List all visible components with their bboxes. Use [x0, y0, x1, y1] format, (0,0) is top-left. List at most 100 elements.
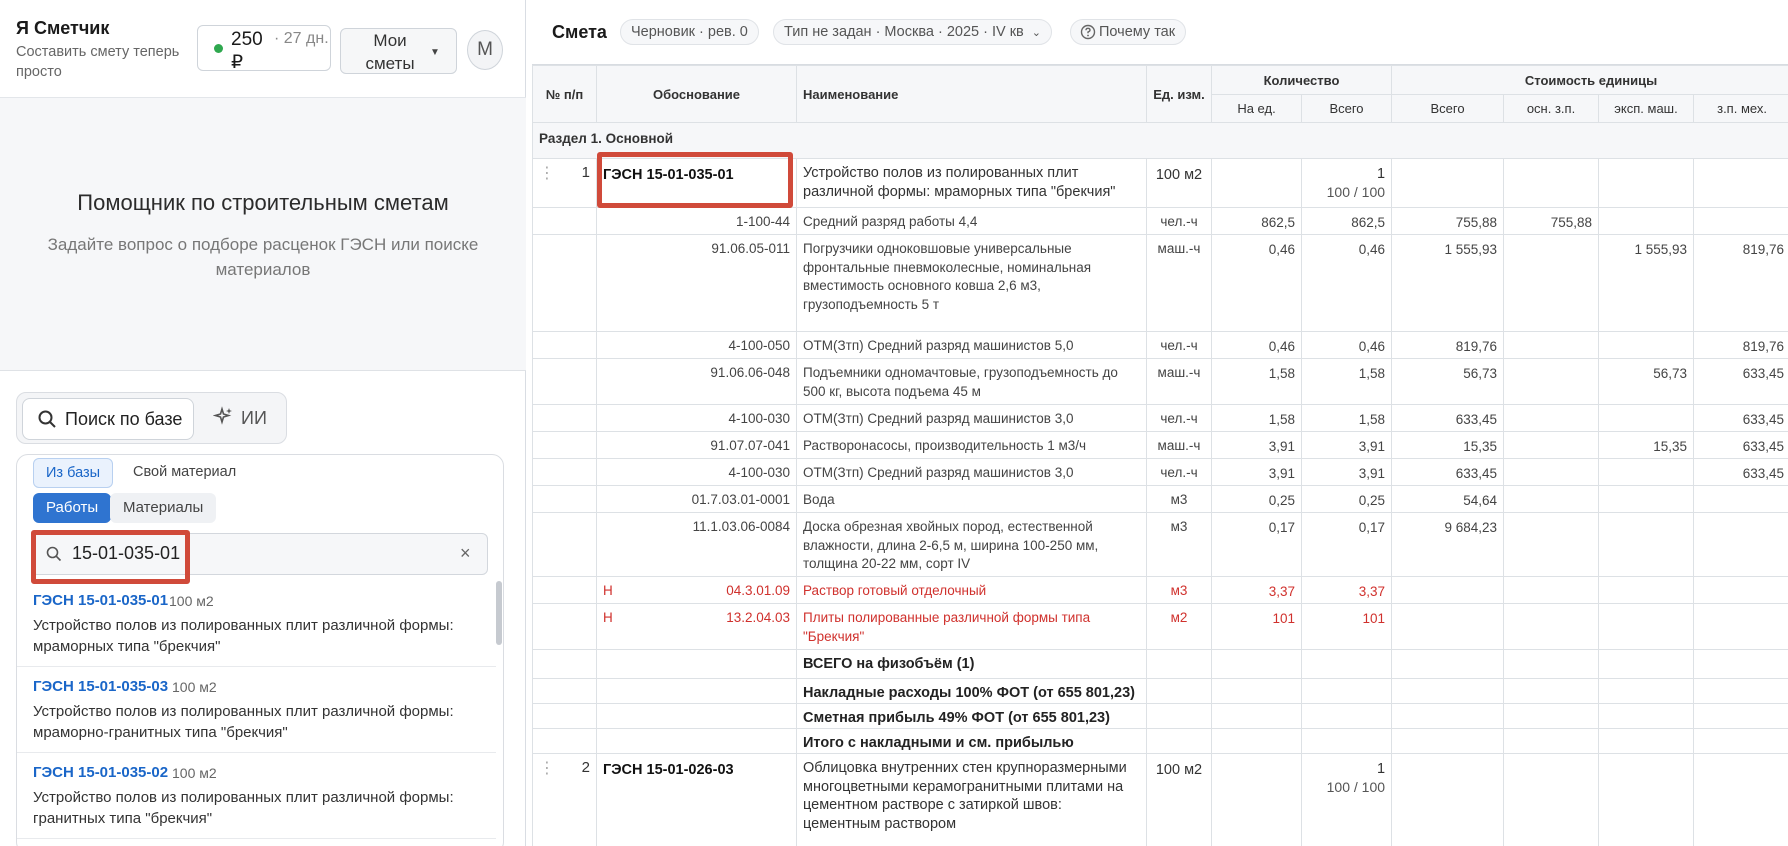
qty-total: 0,17: [1300, 512, 1393, 577]
drag-handle-icon[interactable]: ⋮: [539, 159, 555, 183]
result-unit: 100 м2: [172, 765, 217, 781]
position-name: Устройство полов из полированных плит ра…: [796, 158, 1147, 208]
cost-total: 633,45: [1391, 404, 1505, 432]
resource-code: Н 04.3.01.09: [596, 576, 797, 604]
resource-unit: м3: [1146, 485, 1212, 513]
cost-zpm: [1693, 603, 1788, 650]
qty-total: 101: [1300, 603, 1393, 650]
cost-exp: [1598, 512, 1695, 577]
tab-own-material[interactable]: Свой материал: [121, 458, 248, 488]
cost-osn: [1503, 603, 1600, 650]
cost-zpm: 633,45: [1693, 404, 1788, 432]
row-empty: [532, 404, 597, 432]
qty-total: 3,91: [1300, 431, 1393, 459]
table-row[interactable]: 91.06.06-048 Подъемники одномачтовые, гру…: [532, 358, 1788, 405]
resource-code: 4-100-050: [596, 331, 797, 359]
resource-name: Погрузчики одноковшовые универсальные фр…: [796, 234, 1147, 332]
result-description: Устройство полов из полированных плит ра…: [33, 703, 454, 741]
resource-name: ОТМ(Зтп) Средний разряд машинистов 3,0: [796, 404, 1147, 432]
why-label: Почему так: [1099, 24, 1176, 40]
qty-per-unit: 3,91: [1211, 458, 1302, 486]
position-qty[interactable]: 1 100 / 100: [1300, 158, 1393, 208]
cost-osn: [1503, 458, 1600, 486]
col-basis: Обоснование: [596, 65, 797, 123]
balance-amount: 250 ₽: [231, 29, 263, 73]
row-empty: [532, 458, 597, 486]
position-num: ⋮ 2: [532, 753, 597, 846]
qty-per-unit: 862,5: [1211, 207, 1302, 235]
cost-exp: 1 555,93: [1598, 234, 1695, 332]
totals-label: Накладные расходы 100% ФОТ (от 655 801,2…: [796, 678, 1147, 704]
cost-exp: [1598, 404, 1695, 432]
tab-materials[interactable]: Материалы: [110, 493, 217, 523]
new-material-mark: Н: [603, 583, 613, 598]
estimate-panel: Смета Черновик · рев. 0 Тип не задан · М…: [532, 0, 1788, 846]
cost-total: 9 684,23: [1391, 512, 1505, 577]
ai-mode-label: ИИ: [241, 408, 267, 428]
cost-osn: [1503, 234, 1600, 332]
avatar[interactable]: М: [467, 30, 503, 70]
table-row[interactable]: 4-100-030 ОТМ(Зтп) Средний разряд машинис…: [532, 404, 1788, 432]
row-empty: [532, 603, 597, 650]
cost-osn: [1503, 404, 1600, 432]
row-empty: [532, 576, 597, 604]
qty-total: 0,46: [1300, 331, 1393, 359]
resource-name: Средний разряд работы 4,4: [796, 207, 1147, 235]
estimate-type-label: Тип не задан · Москва · 2025 · IV кв: [784, 24, 1024, 40]
col-num: № п/п: [532, 65, 597, 123]
assistant-title: Помощник по строительным сметам: [77, 190, 449, 215]
close-icon[interactable]: ×: [460, 543, 471, 564]
list-item[interactable]: ГЭСН 15-01-035-01 100 м2 Устройство поло…: [17, 581, 496, 667]
col-unit: Ед. изм.: [1146, 65, 1212, 123]
estimate-type-selector[interactable]: Тип не задан · Москва · 2025 · IV кв ⌄: [773, 19, 1052, 45]
cost-total: [1391, 576, 1505, 604]
resource-code: 4-100-030: [596, 458, 797, 486]
app-tagline: Составить смету теперь просто: [16, 44, 180, 80]
my-estimates-dropdown[interactable]: Мои сметы ▼: [340, 28, 457, 74]
table-row[interactable]: 11.1.03.06-0084 Доска обрезная хвойных по…: [532, 512, 1788, 577]
list-item[interactable]: ГЭСН 15-01-035-02 100 м2 Устройство поло…: [17, 753, 496, 839]
cost-zpm: 819,76: [1693, 234, 1788, 332]
qty-per-unit: 1,58: [1211, 358, 1302, 405]
table-row[interactable]: Н 13.2.04.03 Плиты полированные различной …: [532, 603, 1788, 650]
table-row[interactable]: 4-100-050 ОТМ(Зтп) Средний разряд машинис…: [532, 331, 1788, 359]
table-row[interactable]: 4-100-030 ОТМ(Зтп) Средний разряд машинис…: [532, 458, 1788, 486]
highlight-box-code: [597, 152, 793, 208]
balance-button[interactable]: 250 ₽ · 27 дн.: [197, 25, 331, 73]
result-code: ГЭСН 15-01-035-03: [33, 678, 169, 695]
table-row[interactable]: 1-100-44 Средний разряд работы 4,4 чел.-ч 8…: [532, 207, 1788, 235]
cost-total: 54,64: [1391, 485, 1505, 513]
assistant-subtitle: Задайте вопрос о подборе расценок ГЭСН и…: [47, 235, 479, 279]
table-row[interactable]: ⋮ 2 ГЭСН 15-01-026-03 Облицовка внутренних …: [532, 753, 1788, 846]
search-mode-button[interactable]: Поиск по базе: [22, 398, 194, 440]
cost-osn: [1503, 576, 1600, 604]
status-badge[interactable]: Черновик · рев. 0: [620, 19, 759, 45]
cost-zpm: 819,76: [1693, 331, 1788, 359]
tab-from-base[interactable]: Из базы: [33, 458, 114, 488]
table-row[interactable]: 01.7.03.01-0001 Вода м3 0,25 0,25 54,64: [532, 485, 1788, 513]
resource-unit: м3: [1146, 576, 1212, 604]
row-empty: [532, 331, 597, 359]
tab-works[interactable]: Работы: [33, 493, 112, 523]
resource-unit: м2: [1146, 603, 1212, 650]
qty-total: 862,5: [1300, 207, 1393, 235]
table-row[interactable]: Н 04.3.01.09 Раствор готовый отделочный м3 3…: [532, 576, 1788, 604]
results-scrollbar[interactable]: [496, 581, 502, 645]
resource-name: Доска обрезная хвойных пород, естественн…: [796, 512, 1147, 577]
drag-handle-icon[interactable]: ⋮: [539, 754, 555, 778]
position-code[interactable]: ГЭСН 15-01-026-03: [596, 753, 797, 846]
table-row[interactable]: 91.06.05-011 Погрузчики одноковшовые унив…: [532, 234, 1788, 332]
list-item[interactable]: ГЭСН 15-01-035-03 100 м2 Устройство поло…: [17, 667, 496, 753]
resource-unit: чел.-ч: [1146, 458, 1212, 486]
table-row[interactable]: 91.07.07-041 Растворонасосы, производител…: [532, 431, 1788, 459]
why-button[interactable]: Почему так: [1070, 19, 1187, 45]
qty-total: 3,37: [1300, 576, 1393, 604]
resource-unit: маш.-ч: [1146, 234, 1212, 332]
resource-code: Н 13.2.04.03: [596, 603, 797, 650]
resource-name: Раствор готовый отделочный: [796, 576, 1147, 604]
position-qty[interactable]: 1 100 / 100: [1300, 753, 1393, 846]
resource-code-value: 13.2.04.03: [726, 610, 790, 625]
qty-per-unit: 0,17: [1211, 512, 1302, 577]
cost-total: 56,73: [1391, 358, 1505, 405]
col-qty-total: Всего: [1300, 94, 1393, 123]
